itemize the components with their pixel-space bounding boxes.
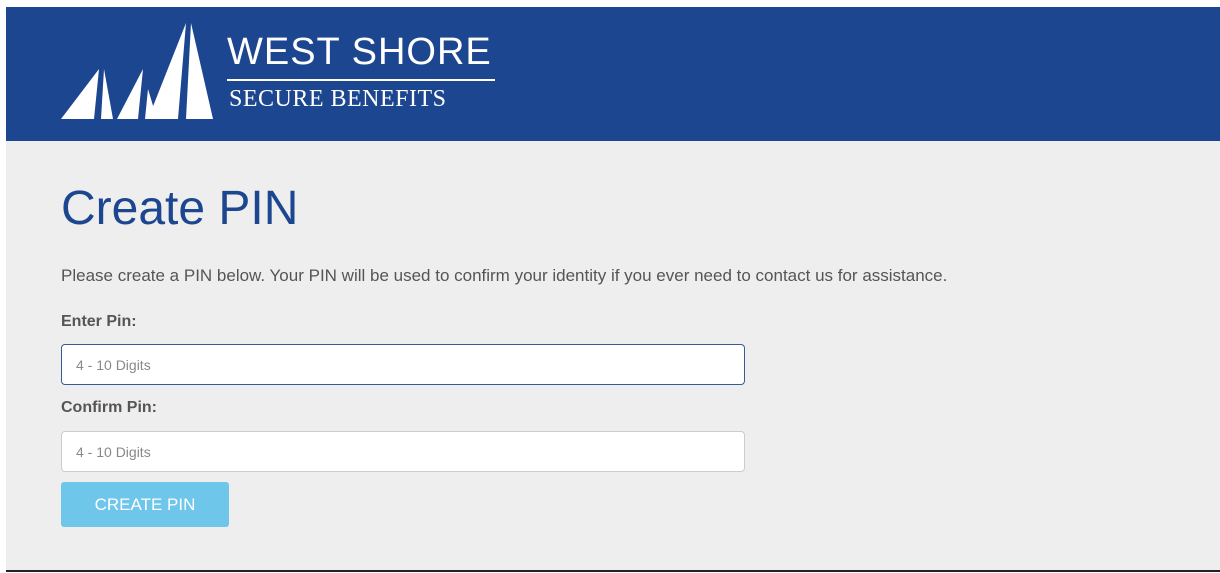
create-pin-button[interactable]: CREATE PIN [61,482,229,527]
confirm-pin-label: Confirm Pin: [61,399,157,416]
intro-text: Please create a PIN below. Your PIN will… [61,266,948,285]
enter-pin-input[interactable] [61,344,745,385]
brand-divider [227,79,495,81]
confirm-pin-input[interactable] [61,431,745,472]
enter-pin-label: Enter Pin: [61,313,137,330]
brand-name: WEST SHORE [227,31,492,73]
brand-tagline: SECURE BENEFITS [229,86,447,112]
main-content: Create PIN Please create a PIN below. Yo… [6,141,1220,571]
page-title: Create PIN [61,182,299,235]
sailboats-icon [61,23,213,119]
site-header: WEST SHORE SECURE BENEFITS [6,7,1220,141]
page-frame: WEST SHORE SECURE BENEFITS Create PIN Pl… [6,7,1220,571]
bottom-border [6,570,1220,572]
brand-logo[interactable]: WEST SHORE SECURE BENEFITS [61,23,511,119]
